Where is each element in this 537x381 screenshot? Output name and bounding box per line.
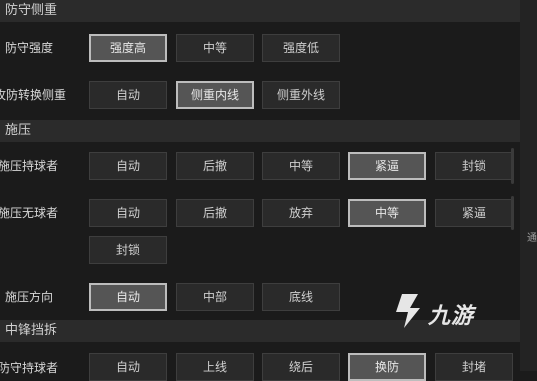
option-medium[interactable]: 中等	[262, 152, 340, 180]
option-auto[interactable]: 自动	[89, 353, 167, 381]
option-medium[interactable]: 中等	[176, 34, 254, 62]
option-sag[interactable]: 后撤	[176, 152, 254, 180]
side-panel	[520, 0, 537, 371]
option-sag[interactable]: 后撤	[176, 199, 254, 227]
watermark-text: 九游	[428, 304, 475, 329]
option-high-intensity[interactable]: 强度高	[89, 34, 167, 62]
option-baseline[interactable]: 底线	[262, 283, 340, 311]
option-middle[interactable]: 中部	[176, 283, 254, 311]
option-auto[interactable]: 自动	[89, 152, 167, 180]
option-over[interactable]: 上线	[176, 353, 254, 381]
section-header-pressure: 施压	[0, 120, 520, 142]
option-lockdown[interactable]: 封锁	[89, 236, 167, 264]
option-tight[interactable]: 紧逼	[435, 199, 513, 227]
row-label-press-ball-holder: 施压持球者	[0, 159, 59, 173]
row-label-press-direction: 施压方向	[5, 290, 54, 304]
row-label-defense-strength: 防守强度	[5, 41, 54, 55]
option-low-intensity[interactable]: 强度低	[262, 34, 340, 62]
scrollbar[interactable]	[511, 148, 514, 184]
option-switch[interactable]: 换防	[348, 353, 426, 381]
option-auto[interactable]: 自动	[89, 283, 167, 311]
option-give-up[interactable]: 放弃	[262, 199, 340, 227]
option-inside-focus[interactable]: 侧重内线	[176, 81, 254, 109]
option-under[interactable]: 绕后	[262, 353, 340, 381]
row-label-press-off-ball: 施压无球者	[0, 206, 59, 220]
option-outside-focus[interactable]: 侧重外线	[262, 81, 340, 109]
option-lockdown[interactable]: 封锁	[435, 152, 513, 180]
row-label-transition-focus: 攻防转换侧重	[0, 88, 67, 102]
section-header-defense-focus: 防守侧重	[0, 0, 520, 22]
row-label-defend-ball-holder: 防守持球者	[0, 361, 59, 375]
option-tight[interactable]: 紧逼	[348, 152, 426, 180]
option-ice[interactable]: 封堵	[435, 353, 513, 381]
option-medium[interactable]: 中等	[348, 199, 426, 227]
side-panel-text: 通	[527, 233, 537, 244]
option-auto[interactable]: 自动	[89, 199, 167, 227]
option-auto[interactable]: 自动	[89, 81, 167, 109]
scrollbar[interactable]	[511, 196, 514, 230]
